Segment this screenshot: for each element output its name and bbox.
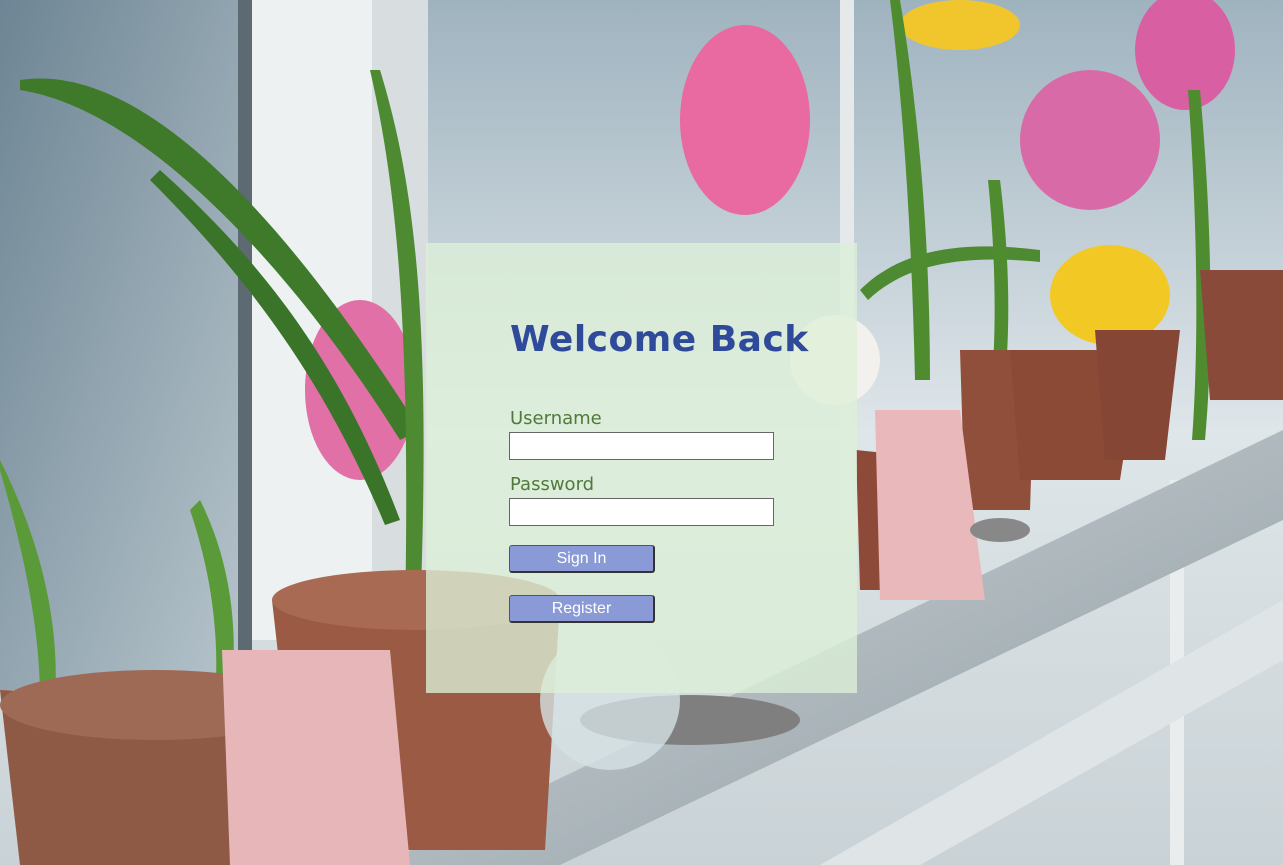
password-input[interactable]: [509, 498, 774, 526]
username-input[interactable]: [509, 432, 774, 460]
register-button[interactable]: Register: [509, 595, 655, 623]
password-label: Password: [510, 474, 595, 495]
username-label: Username: [510, 408, 602, 429]
welcome-title: Welcome Back: [510, 319, 809, 360]
sign-in-button[interactable]: Sign In: [509, 545, 655, 573]
login-panel: Welcome Back Username Password Sign In R…: [426, 243, 857, 693]
